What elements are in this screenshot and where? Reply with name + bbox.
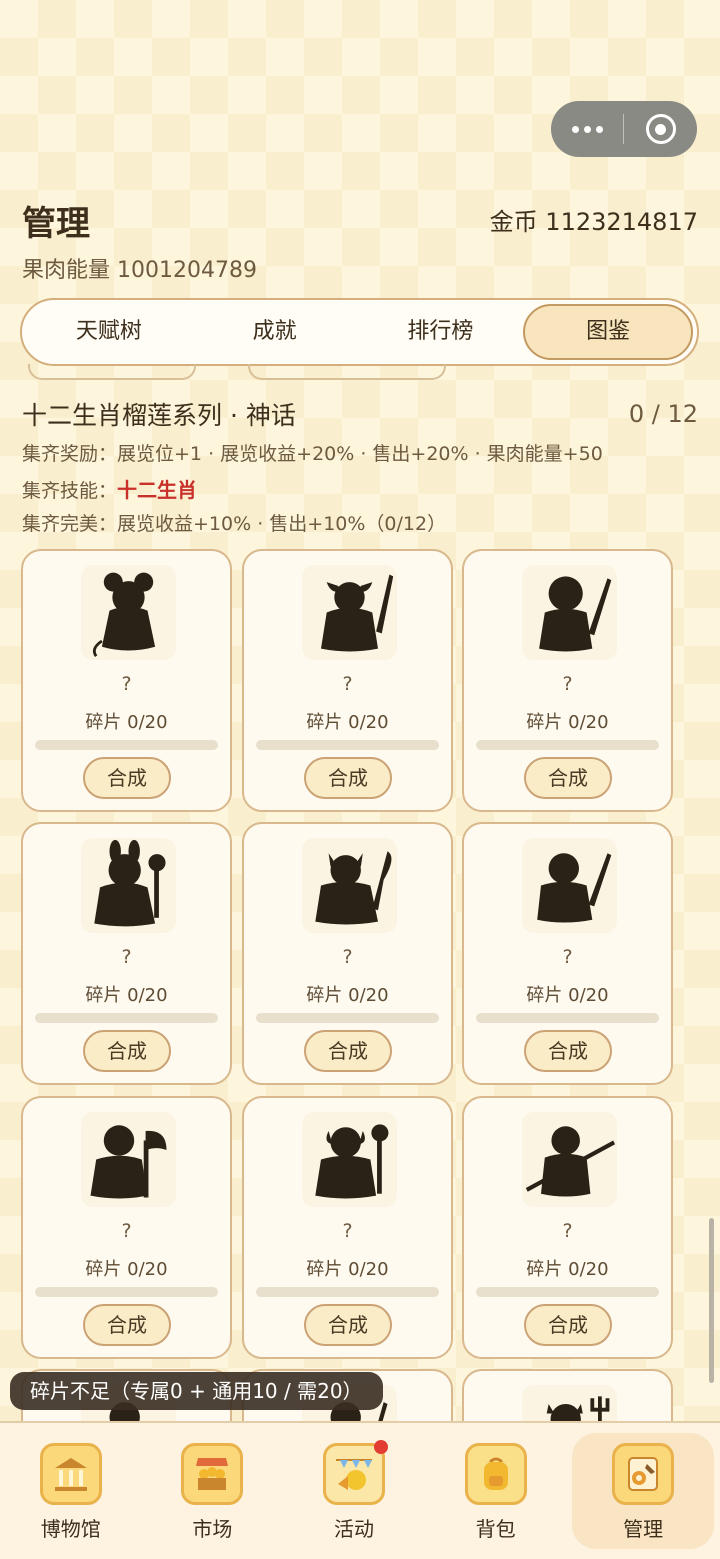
tab-leaderboard[interactable]: 排行榜 <box>358 304 524 360</box>
rat-silhouette-icon <box>81 565 176 660</box>
toast-message: 碎片不足（专属0 + 通用10 / 需20） <box>10 1372 383 1410</box>
event-party-icon <box>322 1440 388 1505</box>
card-name: ? <box>562 946 573 968</box>
miniprogram-capsule <box>551 101 697 157</box>
market-stall-icon <box>181 1443 244 1505</box>
scrollbar[interactable] <box>709 1218 714 1383</box>
bottom-nav: 博物馆 市场 活动 背包 管理 <box>0 1421 720 1559</box>
card-fragments: 碎片 0/20 <box>306 1259 389 1280</box>
nav-label: 管理 <box>623 1517 664 1541</box>
previous-card-edge <box>248 364 446 380</box>
card-name: ? <box>562 673 573 695</box>
collection-card[interactable]: ? 碎片 0/20 合成 <box>21 1096 232 1359</box>
fragment-progress-bar <box>35 740 218 750</box>
collection-card[interactable]: ? 碎片 0/20 合成 <box>462 549 673 812</box>
fragment-progress-bar <box>256 740 439 750</box>
page-title: 管理 <box>22 204 90 244</box>
synthesize-button[interactable]: 合成 <box>83 757 171 799</box>
collect-skill-label: 集齐技能： <box>22 480 118 502</box>
close-miniprogram-icon[interactable] <box>624 114 697 144</box>
synthesize-button[interactable]: 合成 <box>304 1304 392 1346</box>
card-name: ? <box>121 946 132 968</box>
snake-warrior-silhouette-icon <box>522 838 617 933</box>
card-fragments: 碎片 0/20 <box>526 1259 609 1280</box>
card-name: ? <box>342 946 353 968</box>
nav-museum[interactable]: 博物馆 <box>0 1423 142 1559</box>
nav-label: 活动 <box>333 1517 374 1541</box>
nav-manage[interactable]: 管理 <box>572 1433 714 1549</box>
collect-reward-label: 集齐奖励： <box>22 443 118 465</box>
fragment-progress-bar <box>476 1013 659 1023</box>
tab-collection[interactable]: 图鉴 <box>523 304 693 360</box>
collection-card[interactable]: ? 碎片 0/20 合成 <box>242 1096 453 1359</box>
synthesize-button[interactable]: 合成 <box>83 1304 171 1346</box>
nav-label: 市场 <box>192 1517 233 1541</box>
collection-card[interactable]: ? 碎片 0/20 合成 <box>21 822 232 1085</box>
fragment-progress-bar <box>35 1013 218 1023</box>
nav-label: 博物馆 <box>40 1517 101 1541</box>
collection-card[interactable]: ? 碎片 0/20 合成 <box>242 549 453 812</box>
card-name: ? <box>342 1220 353 1242</box>
collect-perfect-label: 集齐完美： <box>22 513 118 535</box>
energy-balance: 果肉能量 1001204789 <box>22 258 257 283</box>
fragment-progress-bar <box>256 1287 439 1297</box>
collect-reward: 集齐奖励：展览位+1 · 展览收益+20% · 售出+20% · 果肉能量+50 <box>22 439 603 466</box>
ox-warrior-silhouette-icon <box>302 565 397 660</box>
card-name: ? <box>562 1220 573 1242</box>
monkey-staff-silhouette-icon <box>522 1112 617 1207</box>
card-fragments: 碎片 0/20 <box>526 712 609 733</box>
collect-perfect-text: 展览收益+10% · 售出+10%（0/12） <box>117 513 447 535</box>
synthesize-button[interactable]: 合成 <box>304 757 392 799</box>
collect-reward-text: 展览位+1 · 展览收益+20% · 售出+20% · 果肉能量+50 <box>117 443 603 465</box>
goat-mace-silhouette-icon <box>302 1112 397 1207</box>
card-name: ? <box>121 1220 132 1242</box>
fragment-progress-bar <box>476 740 659 750</box>
synthesize-button[interactable]: 合成 <box>524 1030 612 1072</box>
notification-badge <box>373 1440 388 1454</box>
fragment-progress-bar <box>476 1287 659 1297</box>
collection-card[interactable]: ? 碎片 0/20 合成 <box>242 822 453 1085</box>
collection-card[interactable]: ? 碎片 0/20 合成 <box>462 822 673 1085</box>
synthesize-button[interactable]: 合成 <box>83 1030 171 1072</box>
collection-card[interactable]: ? 碎片 0/20 合成 <box>21 549 232 812</box>
rabbit-silhouette-icon <box>81 838 176 933</box>
nav-backpack[interactable]: 背包 <box>425 1423 567 1559</box>
fragment-progress-bar <box>35 1287 218 1297</box>
card-fragments: 碎片 0/20 <box>306 712 389 733</box>
synthesize-button[interactable]: 合成 <box>304 1030 392 1072</box>
card-name: ? <box>121 673 132 695</box>
card-fragments: 碎片 0/20 <box>85 1259 168 1280</box>
card-fragments: 碎片 0/20 <box>85 712 168 733</box>
series-title: 十二生肖榴莲系列 · 神话 <box>22 401 296 430</box>
nav-events[interactable]: 活动 <box>283 1423 425 1559</box>
nav-market[interactable]: 市场 <box>142 1423 284 1559</box>
horse-axe-silhouette-icon <box>81 1112 176 1207</box>
collection-card[interactable]: ? 碎片 0/20 合成 <box>462 1096 673 1359</box>
gold-balance: 金币 1123214817 <box>489 208 698 236</box>
tab-bar: 天赋树 成就 排行榜 图鉴 <box>20 298 699 366</box>
tab-talent-tree[interactable]: 天赋树 <box>26 304 192 360</box>
museum-icon <box>39 1443 102 1505</box>
backpack-icon <box>464 1443 527 1505</box>
tiger-warrior-silhouette-icon <box>522 565 617 660</box>
card-fragments: 碎片 0/20 <box>306 985 389 1006</box>
synthesize-button[interactable]: 合成 <box>524 757 612 799</box>
manage-tools-icon <box>612 1443 675 1505</box>
collect-perfect: 集齐完美：展览收益+10% · 售出+10%（0/12） <box>22 509 446 536</box>
card-name: ? <box>342 673 353 695</box>
synthesize-button[interactable]: 合成 <box>524 1304 612 1346</box>
series-count: 0 / 12 <box>628 400 698 428</box>
tab-achievements[interactable]: 成就 <box>192 304 358 360</box>
card-fragments: 碎片 0/20 <box>85 985 168 1006</box>
dragon-warrior-silhouette-icon <box>302 838 397 933</box>
collect-skill-name: 十二生肖 <box>117 478 198 502</box>
previous-card-edge <box>28 364 196 380</box>
more-icon[interactable] <box>551 125 623 133</box>
fragment-progress-bar <box>256 1013 439 1023</box>
card-fragments: 碎片 0/20 <box>526 985 609 1006</box>
nav-label: 背包 <box>475 1517 516 1541</box>
collect-skill: 集齐技能：十二生肖 <box>22 474 197 503</box>
